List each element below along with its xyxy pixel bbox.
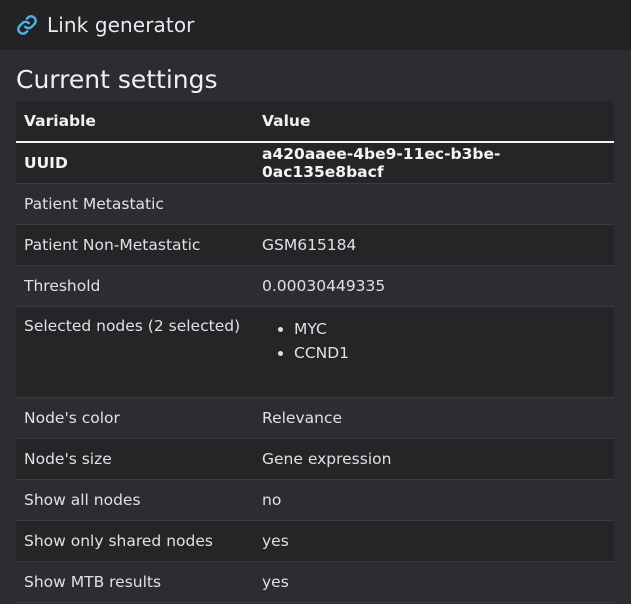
- row-variable: Show all nodes: [16, 479, 254, 521]
- row-value: MYC CCND1: [254, 306, 614, 398]
- link-icon: [16, 14, 38, 36]
- row-variable: Threshold: [16, 265, 254, 307]
- table-row: Show only shared nodes yes: [16, 520, 614, 562]
- row-value: GSM615184: [254, 224, 614, 266]
- row-variable: Show MTB results: [16, 561, 254, 603]
- row-variable: Patient Metastatic: [16, 183, 254, 225]
- row-value: a420aaee-4be9-11ec-b3be-0ac135e8bacf: [254, 142, 614, 184]
- table-row: Node's size Gene expression: [16, 438, 614, 480]
- settings-table: Variable Value UUID a420aaee-4be9-11ec-b…: [16, 101, 614, 603]
- table-header-row: Variable Value: [16, 101, 614, 143]
- row-value: 0.00030449335: [254, 265, 614, 307]
- table-row: Patient Metastatic: [16, 183, 614, 225]
- row-value: yes: [254, 520, 614, 562]
- row-value: Relevance: [254, 397, 614, 439]
- table-row: Threshold 0.00030449335: [16, 265, 614, 307]
- table-row: Patient Non-Metastatic GSM615184: [16, 224, 614, 266]
- app-title: Link generator: [47, 13, 195, 37]
- row-variable: Show only shared nodes: [16, 520, 254, 562]
- list-item: CCND1: [294, 341, 606, 365]
- row-variable: Node's color: [16, 397, 254, 439]
- table-row: UUID a420aaee-4be9-11ec-b3be-0ac135e8bac…: [16, 142, 614, 184]
- table-row: Show all nodes no: [16, 479, 614, 521]
- row-value: [254, 183, 614, 225]
- main-content: Current settings Variable Value UUID a42…: [16, 50, 614, 603]
- list-item: MYC: [294, 317, 606, 341]
- app-header: Link generator: [0, 0, 631, 50]
- row-variable: UUID: [16, 142, 254, 184]
- table-row: Show MTB results yes: [16, 561, 614, 603]
- selected-nodes-list: MYC CCND1: [262, 317, 606, 365]
- table-row: Node's color Relevance: [16, 397, 614, 439]
- row-variable: Node's size: [16, 438, 254, 480]
- table-row: Selected nodes (2 selected) MYC CCND1: [16, 306, 614, 398]
- row-value: no: [254, 479, 614, 521]
- section-title: Current settings: [16, 65, 218, 94]
- row-variable: Patient Non-Metastatic: [16, 224, 254, 266]
- row-value: yes: [254, 561, 614, 603]
- row-value: Gene expression: [254, 438, 614, 480]
- column-header-value: Value: [254, 101, 614, 143]
- row-variable: Selected nodes (2 selected): [16, 306, 254, 398]
- column-header-variable: Variable: [16, 101, 254, 143]
